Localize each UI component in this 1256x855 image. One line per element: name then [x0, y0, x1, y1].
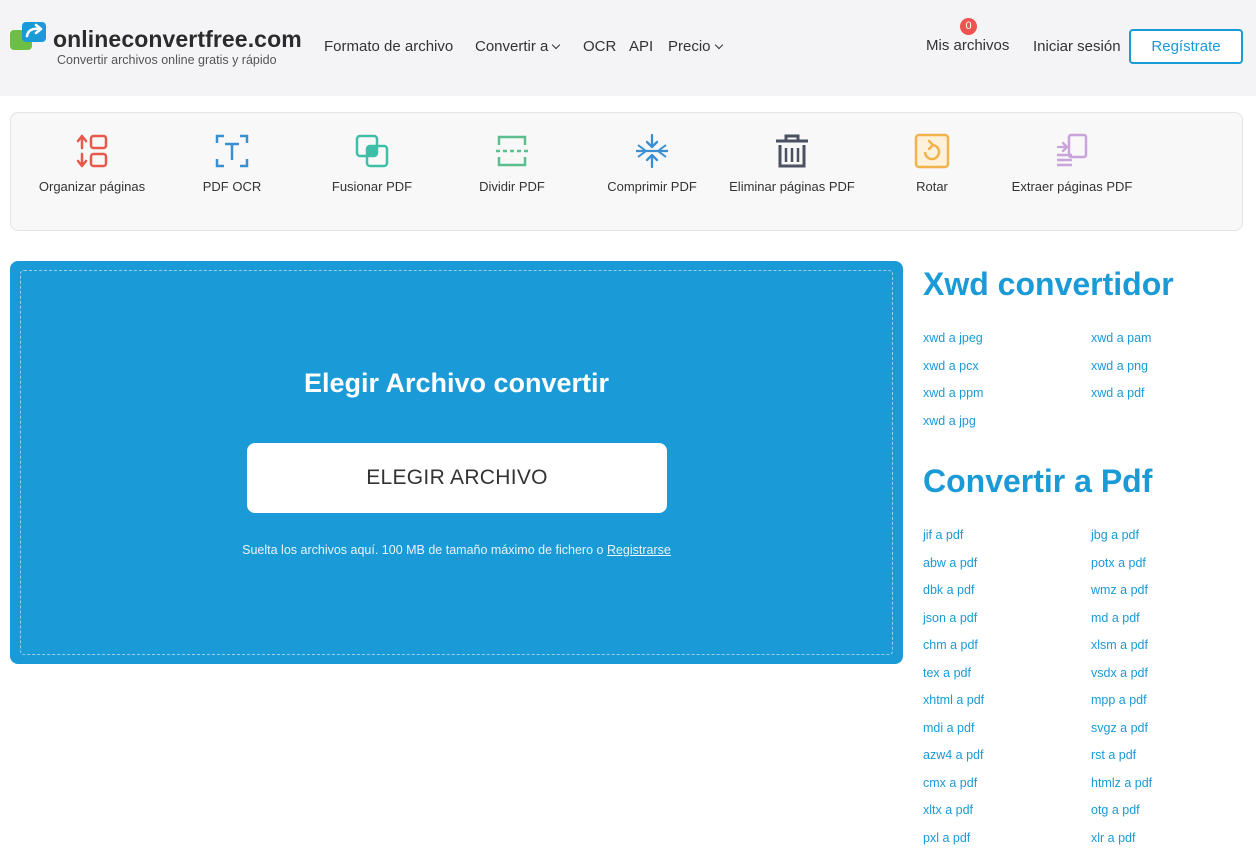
register-link[interactable]: Registrarse [607, 543, 671, 557]
organize-pages-icon [76, 134, 108, 168]
ocr-icon [215, 134, 249, 168]
conversion-link[interactable]: xwd a pam [1091, 331, 1151, 345]
conversion-link[interactable]: abw a pdf [923, 556, 977, 570]
tool-organize-pages[interactable]: Organizar páginas [22, 133, 162, 195]
files-count-badge: 0 [960, 18, 977, 35]
chevron-down-icon [552, 40, 561, 50]
conversion-link[interactable]: xwd a jpeg [923, 331, 983, 345]
split-icon [496, 135, 528, 167]
nav-file-format-label: Formato de archivo [324, 38, 454, 55]
tool-label: PDF OCR [202, 179, 262, 194]
tool-label: Extraer páginas PDF [1011, 179, 1133, 194]
conversion-link[interactable]: xwd a jpg [923, 414, 976, 428]
conversion-link[interactable]: pxl a pdf [923, 831, 970, 845]
tool-merge-pdf[interactable]: Fusionar PDF [302, 133, 442, 195]
conversion-link[interactable]: dbk a pdf [923, 583, 974, 597]
extract-icon [1056, 133, 1088, 167]
conversion-link[interactable]: xwd a png [1091, 359, 1148, 373]
tool-label: Comprimir PDF [607, 179, 697, 194]
drop-hint-text: Suelta los archivos aquí. 100 MB de tama… [242, 543, 604, 557]
nav-ocr[interactable]: OCR [583, 38, 616, 58]
compress-icon [636, 133, 668, 169]
conversion-link[interactable]: xlsm a pdf [1091, 638, 1148, 652]
conversion-link[interactable]: jbg a pdf [1091, 528, 1139, 542]
conversion-link[interactable]: potx a pdf [1091, 556, 1146, 570]
conversion-link[interactable]: cmx a pdf [923, 776, 977, 790]
logo-text[interactable]: onlineconvertfree.com [53, 26, 302, 53]
conversion-link[interactable]: md a pdf [1091, 611, 1140, 625]
conversion-link[interactable]: xltx a pdf [923, 803, 973, 817]
conversion-link[interactable]: mpp a pdf [1091, 693, 1147, 707]
logo-tagline: Convertir archivos online gratis y rápid… [57, 53, 277, 67]
conversion-link[interactable]: json a pdf [923, 611, 977, 625]
conversion-link[interactable]: azw4 a pdf [923, 748, 983, 762]
tool-split-pdf[interactable]: Dividir PDF [442, 133, 582, 195]
conversion-link[interactable]: xwd a pdf [1091, 386, 1145, 400]
conversion-link[interactable]: xwd a ppm [923, 386, 983, 400]
pdf-tools-bar: Organizar páginas PDF OCR Fusionar PDF D… [10, 112, 1243, 231]
tool-extract-pages[interactable]: Extraer páginas PDF [1002, 133, 1142, 195]
rotate-icon [914, 133, 950, 169]
conversion-link[interactable]: tex a pdf [923, 666, 971, 680]
conversion-link[interactable]: vsdx a pdf [1091, 666, 1148, 680]
my-files-link[interactable]: Mis archivos [926, 37, 1009, 57]
tool-label: Fusionar PDF [331, 179, 413, 194]
conversion-link[interactable]: xlr a pdf [1091, 831, 1135, 845]
conversion-link[interactable]: xwd a pcx [923, 359, 979, 373]
tool-delete-pages[interactable]: Eliminar páginas PDF [722, 133, 862, 195]
choose-file-button[interactable]: ELEGIR ARCHIVO [247, 443, 667, 513]
nav-api-label: API [629, 38, 654, 55]
tool-compress-pdf[interactable]: Comprimir PDF [582, 133, 722, 195]
login-link[interactable]: Iniciar sesión [1033, 38, 1121, 58]
logo-icon[interactable] [10, 22, 46, 52]
trash-icon [776, 134, 808, 168]
merge-icon [355, 134, 389, 168]
pdf-section-title: Convertir a Pdf [923, 463, 1153, 499]
conversion-link[interactable]: jif a pdf [923, 528, 963, 542]
nav-api[interactable]: API [629, 38, 653, 58]
nav-convert-to[interactable]: Convertir a [475, 38, 561, 58]
conversion-link[interactable]: mdi a pdf [923, 721, 974, 735]
upload-title: Elegir Archivo convertir [303, 368, 610, 398]
conversion-link[interactable]: svgz a pdf [1091, 721, 1148, 735]
register-button[interactable]: Regístrate [1129, 29, 1243, 64]
conversion-link[interactable]: otg a pdf [1091, 803, 1140, 817]
tool-label: Organizar páginas [38, 179, 146, 194]
nav-ocr-label: OCR [583, 38, 617, 55]
site-header: onlineconvertfree.com Convertir archivos… [0, 0, 1256, 96]
tool-pdf-ocr[interactable]: PDF OCR [162, 133, 302, 195]
conversion-link[interactable]: htmlz a pdf [1091, 776, 1152, 790]
nav-pricing-label: Precio [668, 38, 711, 55]
tool-label: Rotar [916, 179, 948, 194]
upload-dropzone[interactable]: Elegir Archivo convertir ELEGIR ARCHIVO … [10, 261, 903, 664]
nav-convert-to-label: Convertir a [475, 38, 549, 55]
tool-label: Dividir PDF [479, 179, 545, 194]
conversion-link[interactable]: wmz a pdf [1091, 583, 1148, 597]
nav-file-format[interactable]: Formato de archivo [324, 38, 453, 58]
drop-hint: Suelta los archivos aquí. 100 MB de tama… [10, 543, 903, 557]
conversion-link[interactable]: xhtml a pdf [923, 693, 984, 707]
conversion-link[interactable]: rst a pdf [1091, 748, 1136, 762]
nav-pricing[interactable]: Precio [668, 38, 723, 58]
chevron-down-icon [714, 40, 723, 50]
conversion-link[interactable]: chm a pdf [923, 638, 978, 652]
tool-rotate[interactable]: Rotar [862, 133, 1002, 195]
xwd-section-title: Xwd convertidor [923, 266, 1174, 302]
tool-label: Eliminar páginas PDF [729, 179, 855, 194]
